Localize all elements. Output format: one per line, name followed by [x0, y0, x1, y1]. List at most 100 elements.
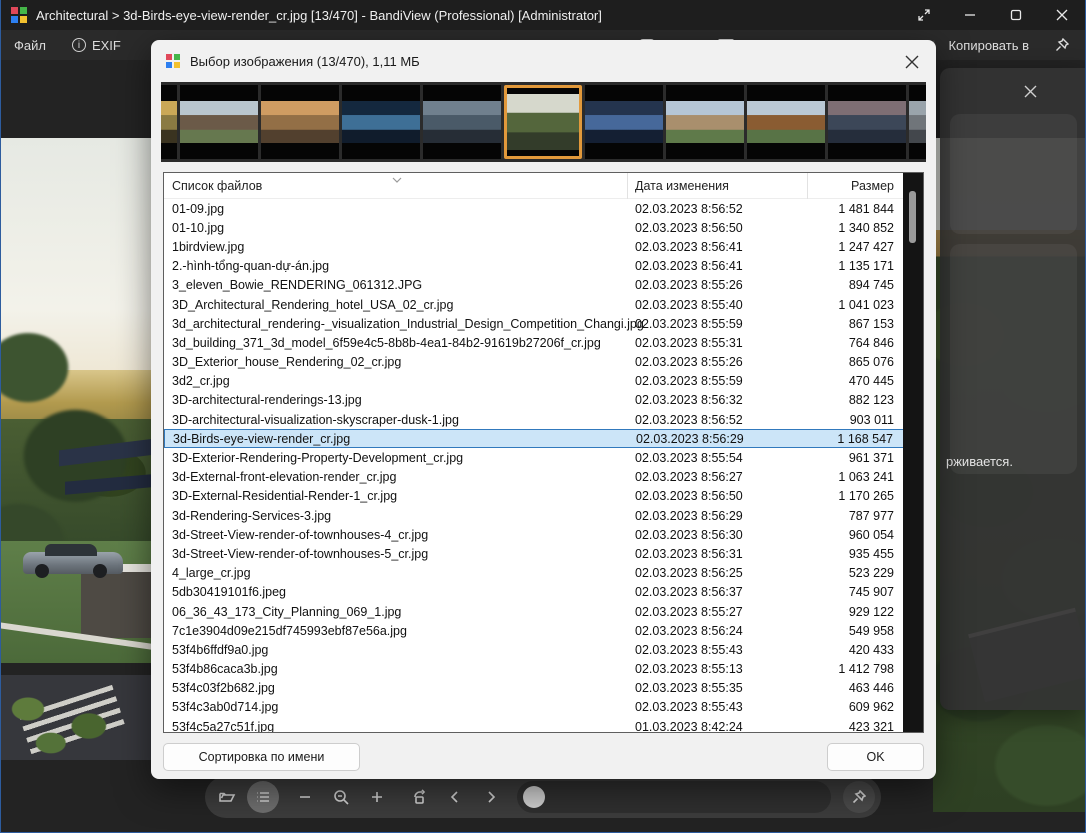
file-row[interactable]: 01-10.jpg 02.03.2023 8:56:50 1 340 852 [164, 218, 904, 237]
file-row[interactable]: 4_large_cr.jpg 02.03.2023 8:56:25 523 22… [164, 564, 904, 583]
file-name: 3D-Exterior-Rendering-Property-Developme… [172, 451, 463, 465]
toolbar-pin-icon[interactable] [843, 781, 875, 813]
close-icon[interactable] [1039, 0, 1085, 30]
file-row[interactable]: 3D_Architectural_Rendering_hotel_USA_02_… [164, 295, 904, 314]
thumbnail-office-tower[interactable] [828, 85, 906, 159]
menu-pin-icon[interactable] [1042, 38, 1085, 52]
file-row[interactable]: 53f4c5a27c51f.jpg 01.03.2023 8:42:24 423… [164, 717, 904, 733]
file-date: 02.03.2023 8:56:37 [635, 585, 743, 599]
file-row[interactable]: 53f4c3ab0d714.jpg 02.03.2023 8:55:43 609… [164, 698, 904, 717]
menu-item-file[interactable]: Файл [1, 38, 59, 53]
magnifier-icon[interactable] [325, 781, 357, 813]
file-row[interactable]: 3d-Birds-eye-view-render_cr.jpg 02.03.20… [164, 429, 904, 448]
thumbnail-partial-left[interactable] [161, 85, 177, 159]
file-date: 02.03.2023 8:55:43 [635, 643, 743, 657]
sort-by-name-button[interactable]: Сортировка по имени [163, 743, 360, 771]
file-size: 960 054 [849, 528, 894, 542]
thumbnail-beige-house[interactable] [666, 85, 744, 159]
file-name: 3d_architectural_rendering-_visualizatio… [172, 317, 644, 331]
file-row[interactable]: 3D-architectural-visualization-skyscrape… [164, 410, 904, 429]
file-date: 02.03.2023 8:55:59 [635, 317, 743, 331]
thumbnail-glass-building[interactable] [261, 85, 339, 159]
file-date: 02.03.2023 8:56:24 [635, 624, 743, 638]
list-view-icon[interactable] [247, 781, 279, 813]
file-row[interactable]: 53f4b86caca3b.jpg 02.03.2023 8:55:13 1 4… [164, 660, 904, 679]
file-row[interactable]: 3D-Exterior-Rendering-Property-Developme… [164, 448, 904, 467]
minimize-icon[interactable] [947, 0, 993, 30]
file-row[interactable]: 3d-Rendering-Services-3.jpg 02.03.2023 8… [164, 506, 904, 525]
file-size: 882 123 [849, 393, 894, 407]
file-size: 470 445 [849, 374, 894, 388]
ok-button[interactable]: OK [827, 743, 924, 771]
list-scrollbar-thumb[interactable] [909, 191, 916, 243]
file-row[interactable]: 01-09.jpg 02.03.2023 8:56:52 1 481 844 [164, 199, 904, 218]
file-size: 865 076 [849, 355, 894, 369]
file-row[interactable]: 3D-architectural-renderings-13.jpg 02.03… [164, 391, 904, 410]
file-row[interactable]: 53f4b6ffdf9a0.jpg 02.03.2023 8:55:43 420… [164, 640, 904, 659]
column-header-size[interactable]: Размер [851, 179, 894, 193]
file-row[interactable]: 3d2_cr.jpg 02.03.2023 8:55:59 470 445 [164, 372, 904, 391]
image-car [23, 544, 123, 578]
file-size: 523 229 [849, 566, 894, 580]
file-row[interactable]: 3d-External-front-elevation-render_cr.jp… [164, 468, 904, 487]
menu-item-exif[interactable]: i EXIF [59, 38, 134, 53]
file-row[interactable]: 1birdview.jpg 02.03.2023 8:56:41 1 247 4… [164, 237, 904, 256]
file-row[interactable]: 3d-Street-View-render-of-townhouses-5_cr… [164, 544, 904, 563]
file-size: 1 481 844 [838, 202, 894, 216]
file-size: 935 455 [849, 547, 894, 561]
dialog-titlebar: Выбор изображения (13/470), 1,11 МБ [151, 40, 936, 82]
file-size: 867 153 [849, 317, 894, 331]
bandiview-logo-icon [166, 54, 181, 69]
file-list-body: 01-09.jpg 02.03.2023 8:56:52 1 481 844 0… [164, 199, 904, 733]
zoom-slider-handle[interactable] [523, 786, 545, 808]
file-row[interactable]: 06_36_43_173_City_Planning_069_1.jpg 02.… [164, 602, 904, 621]
zoom-out-icon[interactable] [289, 781, 321, 813]
file-name: 01-09.jpg [172, 202, 224, 216]
file-name: 3d-Rendering-Services-3.jpg [172, 509, 331, 523]
file-row[interactable]: 2.-hình-tổng-quan-dự-án.jpg 02.03.2023 8… [164, 257, 904, 276]
file-date: 02.03.2023 8:56:25 [635, 566, 743, 580]
info-icon: i [72, 38, 86, 52]
next-icon[interactable] [475, 781, 507, 813]
thumbnail-blue-apartments[interactable] [585, 85, 663, 159]
file-date: 02.03.2023 8:56:27 [635, 470, 743, 484]
thumbnail-aerial-render-selected[interactable] [504, 85, 582, 159]
image-selection-dialog: Выбор изображения (13/470), 1,11 МБ Спис… [151, 40, 936, 779]
maximize-icon[interactable] [993, 0, 1039, 30]
menu-item-6[interactable]: Копировать в [935, 38, 1042, 53]
thumbnail-modern-house[interactable] [747, 85, 825, 159]
thumbnail-houses[interactable] [180, 85, 258, 159]
file-row[interactable]: 7c1e3904d09e215df745993ebf87e56a.jpg 02.… [164, 621, 904, 640]
zoom-in-icon[interactable] [361, 781, 393, 813]
file-size: 1 063 241 [838, 470, 894, 484]
column-header-name[interactable]: Список файлов [172, 179, 262, 193]
file-row[interactable]: 3D-External-Residential-Render-1_cr.jpg … [164, 487, 904, 506]
file-size: 1 247 427 [838, 240, 894, 254]
file-name: 3D-architectural-renderings-13.jpg [172, 393, 362, 407]
file-name: 3D-External-Residential-Render-1_cr.jpg [172, 489, 397, 503]
rotate-icon[interactable] [403, 781, 435, 813]
file-row[interactable]: 3_eleven_Bowie_RENDERING_061312.JPG 02.0… [164, 276, 904, 295]
file-date: 02.03.2023 8:55:40 [635, 298, 743, 312]
dialog-close-icon[interactable] [900, 50, 924, 74]
prev-icon[interactable] [439, 781, 471, 813]
file-row[interactable]: 3d_building_371_3d_model_6f59e4c5-8b8b-4… [164, 333, 904, 352]
fullscreen-icon[interactable] [901, 0, 947, 30]
file-row[interactable]: 53f4c03f2b682.jpg 02.03.2023 8:55:35 463… [164, 679, 904, 698]
folder-open-icon[interactable] [211, 781, 243, 813]
file-date: 02.03.2023 8:56:31 [635, 547, 743, 561]
list-scrollbar[interactable] [903, 173, 923, 732]
file-date: 02.03.2023 8:55:26 [635, 355, 743, 369]
file-row[interactable]: 3d_architectural_rendering-_visualizatio… [164, 314, 904, 333]
file-row[interactable]: 5db30419101f6.jpeg 02.03.2023 8:56:37 74… [164, 583, 904, 602]
side-panel-close-icon[interactable] [1019, 80, 1041, 102]
file-date: 02.03.2023 8:56:32 [635, 393, 743, 407]
file-row[interactable]: 3d-Street-View-render-of-townhouses-4_cr… [164, 525, 904, 544]
zoom-slider[interactable] [517, 781, 831, 813]
file-row[interactable]: 3D_Exterior_house_Rendering_02_cr.jpg 02… [164, 353, 904, 372]
file-size: 463 446 [849, 681, 894, 695]
column-header-date[interactable]: Дата изменения [635, 179, 729, 193]
thumbnail-partial-right[interactable] [909, 85, 926, 159]
thumbnail-dusk-skyline[interactable] [423, 85, 501, 159]
thumbnail-night-towers[interactable] [342, 85, 420, 159]
